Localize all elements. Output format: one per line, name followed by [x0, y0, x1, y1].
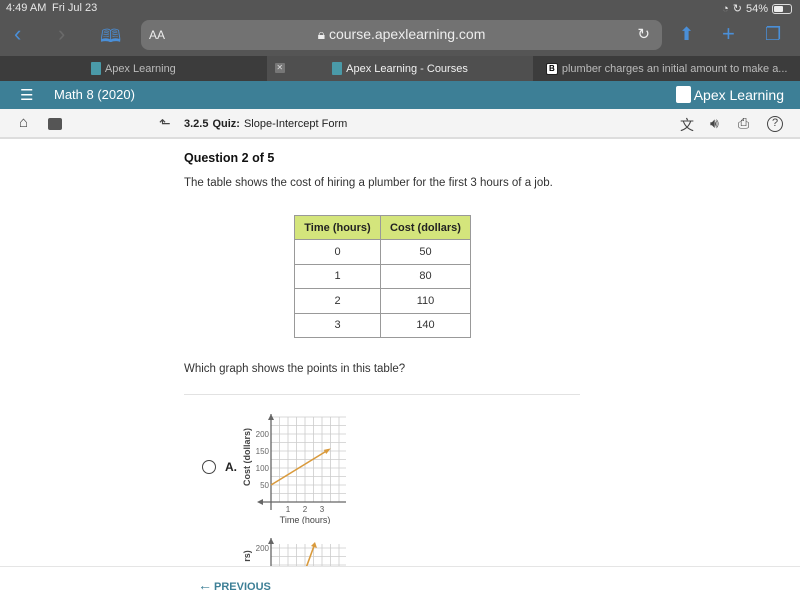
share-icon[interactable]: ⬆︎ [679, 24, 694, 45]
option-a-radio[interactable] [202, 460, 216, 474]
y-tick-label: 200 [256, 430, 270, 439]
course-title: Math 8 (2020) [54, 87, 135, 102]
battery-icon [772, 3, 792, 14]
tab-apex-learning[interactable]: Apex Learning [0, 56, 267, 81]
table-row: 2 110 [294, 288, 471, 314]
reload-icon[interactable]: ↻ [637, 25, 650, 43]
y-axis-label: rs) [242, 550, 252, 562]
status-time: 4:49 AM [6, 2, 47, 14]
back-icon[interactable]: ‹ [14, 21, 21, 47]
print-icon[interactable]: ⎙ [738, 115, 749, 132]
browser-toolbar: ‹ › 🕮 AA 🔒︎ course.apexlearning.com ↻ ⬆︎… [0, 17, 800, 56]
ios-status-bar: 4:49 AM Fri Jul 23 ◔ ↻ 54% [0, 0, 800, 17]
table-row: 3 140 [294, 312, 471, 338]
close-tab-icon[interactable]: ✕ [274, 63, 285, 73]
question-prompt: Which graph shows the points in this tab… [184, 363, 406, 375]
question-header: Question 2 of 5 [184, 151, 275, 165]
table-row: 0 50 [294, 239, 471, 265]
home-icon[interactable]: ⌂ [19, 114, 28, 131]
bookmarks-icon[interactable]: 🕮 [100, 24, 121, 54]
wifi-icon: ◔ [722, 2, 729, 15]
battery-percent: 54% [745, 2, 768, 15]
x-tick-label: 2 [303, 505, 308, 514]
x-axis-label: Time (hours) [280, 515, 331, 524]
previous-button[interactable]: ← PREVIOUS [198, 577, 271, 593]
tab-apex-courses[interactable]: ✕ Apex Learning - Courses [266, 56, 534, 81]
apex-logo-icon [675, 86, 691, 103]
lock-icon: 🔒︎ [317, 26, 326, 42]
divider [184, 394, 580, 395]
address-bar[interactable]: AA 🔒︎ course.apexlearning.com ↻ [141, 20, 662, 50]
read-aloud-icon[interactable]: 🔊︎ [710, 115, 719, 132]
tab-plumber-search[interactable]: B plumber charges an initial amount to m… [533, 56, 800, 81]
arrow-left-icon: ← [198, 577, 212, 593]
up-arrow-icon[interactable]: ⬑ [159, 115, 171, 132]
brainly-favicon-icon: B [545, 62, 558, 75]
x-tick-label: 1 [286, 505, 291, 514]
y-tick-label: 100 [256, 464, 270, 473]
apex-favicon-icon [332, 62, 343, 75]
app-header: ☰ Math 8 (2020) Apex Learning [0, 81, 800, 109]
url-text: course.apexlearning.com [328, 26, 486, 42]
apex-logo: Apex Learning [675, 86, 784, 103]
browser-tabs: Apex Learning ✕ Apex Learning - Courses … [0, 56, 800, 81]
y-tick-label: 200 [256, 544, 270, 553]
tabs-overview-icon[interactable]: ❐ [765, 24, 781, 45]
forward-icon[interactable]: › [58, 21, 65, 47]
question-text: The table shows the cost of hiring a plu… [184, 177, 553, 189]
x-axis-arrow [257, 499, 263, 505]
breadcrumb: 3.2.5 Quiz: Slope-Intercept Form [184, 118, 348, 130]
table-header-row: Time (hours) Cost (dollars) [294, 215, 471, 240]
orientation-lock-icon: ↻ [732, 3, 742, 15]
column-header: Time (hours) [294, 215, 381, 240]
x-tick-label: 3 [320, 505, 325, 514]
status-date: Fri Jul 23 [52, 2, 98, 14]
activity-toolbar: ⌂ ⬑ 3.2.5 Quiz: Slope-Intercept Form 文 🔊︎ … [0, 109, 800, 139]
help-icon[interactable]: ? [767, 116, 783, 132]
briefcase-icon[interactable] [48, 118, 62, 130]
translate-icon[interactable]: 文 [680, 115, 694, 135]
y-tick-label: 50 [260, 481, 269, 490]
y-axis-label: Cost (dollars) [242, 428, 252, 486]
new-tab-icon[interactable]: + [722, 21, 735, 47]
cost-table: Time (hours) Cost (dollars) 0 50 1 80 2 110… [294, 215, 471, 338]
apex-favicon-icon [90, 62, 101, 75]
menu-icon[interactable]: ☰ [20, 86, 33, 104]
table-row: 1 80 [294, 263, 471, 289]
option-a-graph[interactable]: 1 2 3Time (hours) 50 100 150 200 Cost (dollars) [236, 412, 346, 524]
y-tick-label: 150 [256, 447, 270, 456]
column-header: Cost (dollars) [380, 215, 471, 240]
footer-nav: ← PREVIOUS [0, 566, 800, 600]
option-b-graph[interactable]: 200 rs) [236, 536, 346, 568]
